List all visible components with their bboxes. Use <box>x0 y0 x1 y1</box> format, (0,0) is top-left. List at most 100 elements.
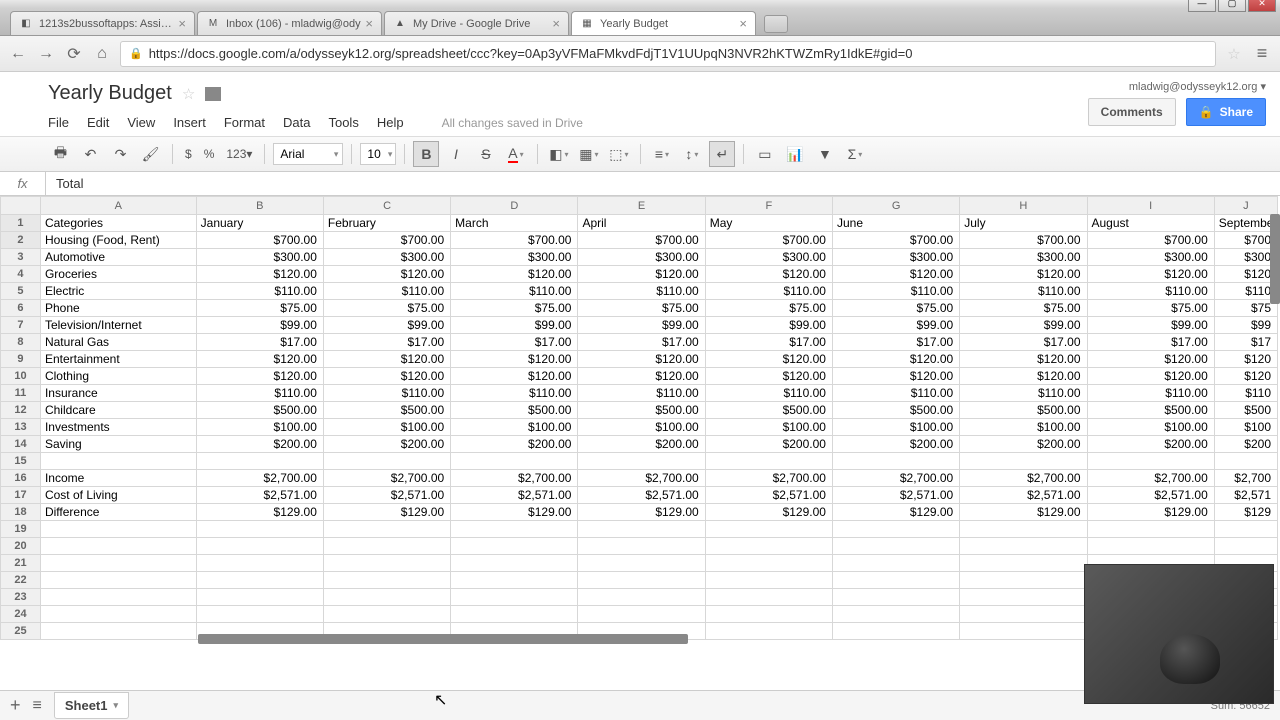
cell[interactable] <box>578 521 705 538</box>
cell[interactable] <box>323 606 450 623</box>
cell[interactable] <box>832 606 959 623</box>
cell[interactable]: $110.00 <box>451 385 578 402</box>
cell[interactable]: $110.00 <box>832 385 959 402</box>
col-header[interactable]: B <box>196 197 323 215</box>
menu-help[interactable]: Help <box>377 115 404 130</box>
insert-chart-icon[interactable]: 📊 <box>782 141 808 167</box>
row-header[interactable]: 3 <box>1 249 41 266</box>
cell[interactable]: $17.00 <box>196 334 323 351</box>
minimize-button[interactable]: — <box>1188 0 1216 12</box>
cell[interactable] <box>705 623 832 640</box>
cell[interactable] <box>40 623 196 640</box>
cell[interactable]: $120.00 <box>323 351 450 368</box>
cell[interactable] <box>196 606 323 623</box>
cell[interactable]: $200.00 <box>451 436 578 453</box>
cell[interactable]: $120.00 <box>451 368 578 385</box>
merge-cells-button[interactable]: ⬚ <box>606 141 632 167</box>
cell[interactable]: $120.00 <box>960 351 1087 368</box>
cell[interactable]: $129.00 <box>832 504 959 521</box>
cell[interactable]: $99.00 <box>960 317 1087 334</box>
cell[interactable]: $2,571.00 <box>960 487 1087 504</box>
row-header[interactable]: 9 <box>1 351 41 368</box>
cell[interactable]: March <box>451 215 578 232</box>
cell[interactable] <box>705 453 832 470</box>
row-header[interactable]: 5 <box>1 283 41 300</box>
row-header[interactable]: 16 <box>1 470 41 487</box>
italic-button[interactable]: I <box>443 141 469 167</box>
cell[interactable] <box>832 538 959 555</box>
cell[interactable] <box>1214 538 1277 555</box>
select-all-corner[interactable] <box>1 197 41 215</box>
cell[interactable] <box>1087 521 1214 538</box>
cell[interactable]: $129 <box>1214 504 1277 521</box>
paint-format-icon[interactable]: 🖌 <box>138 141 164 167</box>
cell[interactable]: $99.00 <box>705 317 832 334</box>
cell[interactable]: $500.00 <box>578 402 705 419</box>
cell[interactable] <box>578 555 705 572</box>
cell[interactable] <box>196 589 323 606</box>
cell[interactable]: $100.00 <box>323 419 450 436</box>
cell[interactable]: $99.00 <box>196 317 323 334</box>
cell[interactable]: $500.00 <box>705 402 832 419</box>
cell[interactable]: $120.00 <box>832 266 959 283</box>
row-header[interactable]: 7 <box>1 317 41 334</box>
row-header[interactable]: 20 <box>1 538 41 555</box>
cell[interactable]: $700.00 <box>1087 232 1214 249</box>
menu-edit[interactable]: Edit <box>87 115 109 130</box>
cell[interactable]: $110.00 <box>705 385 832 402</box>
cell[interactable]: $2,700.00 <box>196 470 323 487</box>
cell[interactable] <box>705 572 832 589</box>
cell[interactable] <box>451 572 578 589</box>
doc-title[interactable]: Yearly Budget <box>48 82 172 105</box>
percent-button[interactable]: % <box>200 147 219 161</box>
all-sheets-button[interactable]: ≡ <box>33 697 42 715</box>
row-header[interactable]: 13 <box>1 419 41 436</box>
cell[interactable]: $2,700 <box>1214 470 1277 487</box>
vertical-scrollbar[interactable] <box>1270 214 1280 304</box>
cell[interactable] <box>196 453 323 470</box>
cell[interactable]: $2,700.00 <box>1087 470 1214 487</box>
currency-button[interactable]: $ <box>181 147 196 161</box>
cell[interactable]: $100.00 <box>196 419 323 436</box>
row-header[interactable]: 11 <box>1 385 41 402</box>
cell[interactable]: $17.00 <box>1087 334 1214 351</box>
number-format-button[interactable]: 123▾ <box>222 147 256 161</box>
cell[interactable]: $120.00 <box>1087 266 1214 283</box>
back-button[interactable]: ← <box>8 44 28 64</box>
cell[interactable]: January <box>196 215 323 232</box>
cell[interactable] <box>1214 453 1277 470</box>
cell[interactable]: Investments <box>40 419 196 436</box>
cell[interactable]: $120.00 <box>578 351 705 368</box>
cell[interactable] <box>960 521 1087 538</box>
cell[interactable]: Natural Gas <box>40 334 196 351</box>
row-header[interactable]: 12 <box>1 402 41 419</box>
cell[interactable] <box>578 453 705 470</box>
cell[interactable]: $110 <box>1214 283 1277 300</box>
cell[interactable]: February <box>323 215 450 232</box>
row-header[interactable]: 15 <box>1 453 41 470</box>
cell[interactable]: Cost of Living <box>40 487 196 504</box>
menu-insert[interactable]: Insert <box>173 115 206 130</box>
cell[interactable]: $129.00 <box>196 504 323 521</box>
cell[interactable]: Automotive <box>40 249 196 266</box>
insert-link-icon[interactable]: ▭ <box>752 141 778 167</box>
cell[interactable]: $300.00 <box>578 249 705 266</box>
print-icon[interactable]: 🖶 <box>48 141 74 167</box>
cell[interactable]: $120.00 <box>196 266 323 283</box>
cell[interactable] <box>578 606 705 623</box>
cell[interactable] <box>960 453 1087 470</box>
cell[interactable] <box>196 572 323 589</box>
row-header[interactable]: 21 <box>1 555 41 572</box>
cell[interactable] <box>451 555 578 572</box>
add-sheet-button[interactable]: + <box>10 695 21 716</box>
menu-tools[interactable]: Tools <box>328 115 358 130</box>
cell[interactable]: $300.00 <box>451 249 578 266</box>
chrome-menu-icon[interactable]: ≡ <box>1252 44 1272 64</box>
cell[interactable]: $110.00 <box>705 283 832 300</box>
row-header[interactable]: 24 <box>1 606 41 623</box>
cell[interactable]: $120.00 <box>196 368 323 385</box>
cell[interactable] <box>323 453 450 470</box>
cell[interactable]: $300.00 <box>323 249 450 266</box>
filter-icon[interactable]: ▼ <box>812 141 838 167</box>
cell[interactable]: $2,700.00 <box>578 470 705 487</box>
